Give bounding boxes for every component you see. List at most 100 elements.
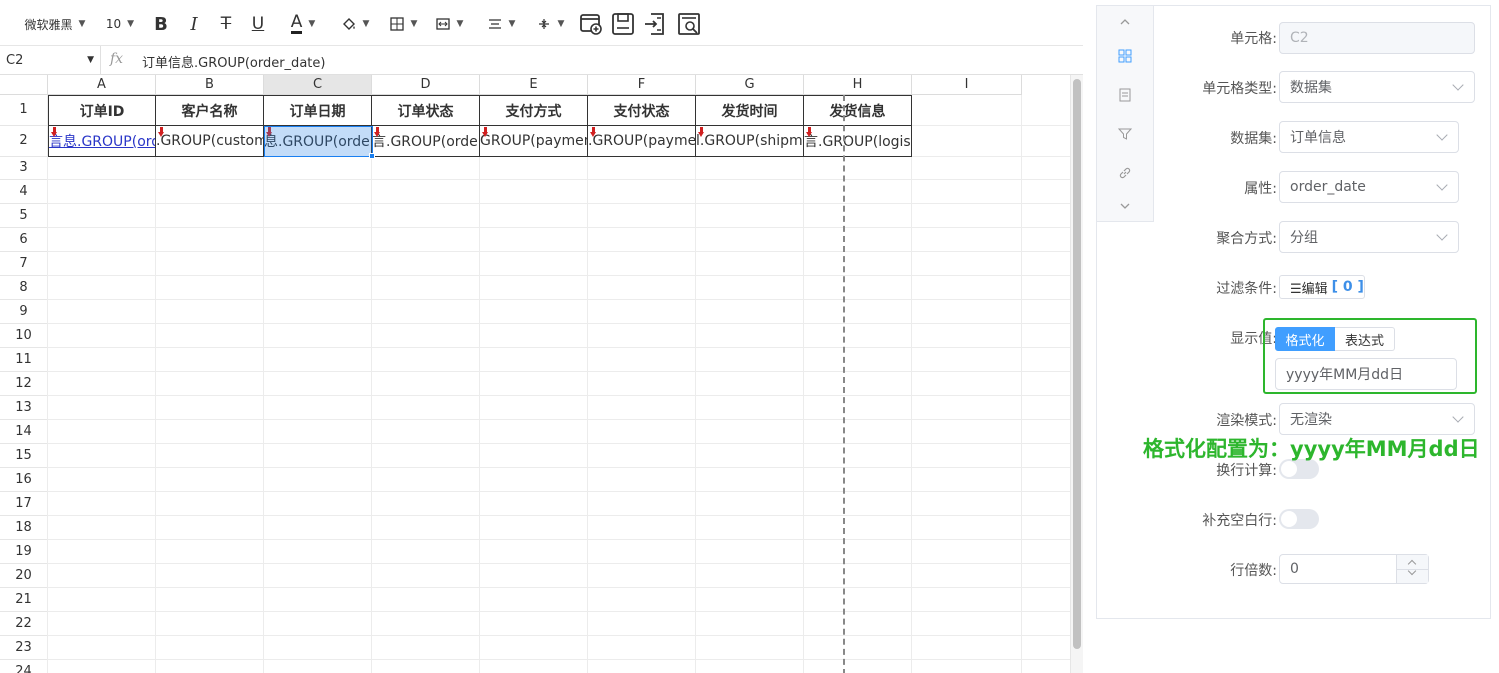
- column-header-a[interactable]: A: [48, 75, 156, 95]
- column-header-c[interactable]: C: [264, 75, 372, 95]
- chevron-down-icon[interactable]: [1115, 196, 1135, 216]
- column-header-g[interactable]: G: [696, 75, 804, 95]
- header-cell[interactable]: 支付方式: [480, 95, 588, 126]
- data-cell[interactable]: .GROUP(custome: [156, 126, 264, 157]
- font-size-select[interactable]: 10 ▼: [100, 12, 140, 36]
- row-header-10[interactable]: 10: [0, 324, 48, 348]
- preview-button[interactable]: [676, 12, 702, 36]
- fill-color-button[interactable]: ▼: [338, 12, 372, 36]
- row-header-22[interactable]: 22: [0, 612, 48, 636]
- render-mode-select[interactable]: 无渲染: [1279, 403, 1475, 435]
- filter-edit-button[interactable]: ☰编辑[ 0 ]: [1279, 275, 1365, 299]
- column-header-i[interactable]: I: [912, 75, 1022, 95]
- italic-button[interactable]: I: [185, 12, 203, 36]
- column-header-h[interactable]: H: [804, 75, 912, 95]
- data-cell[interactable]: 言.GROUP(order_: [372, 126, 480, 157]
- import-button[interactable]: [642, 12, 668, 36]
- header-cell[interactable]: 发货信息: [804, 95, 912, 126]
- preview-search-icon: [678, 13, 700, 35]
- align-center-icon: [488, 19, 501, 29]
- grid-tab-icon[interactable]: [1115, 46, 1135, 66]
- header-cell[interactable]: 客户名称: [156, 95, 264, 126]
- column-header-e[interactable]: E: [480, 75, 588, 95]
- row-header-11[interactable]: 11: [0, 348, 48, 372]
- row-header-5[interactable]: 5: [0, 204, 48, 228]
- row-header-2[interactable]: 2: [0, 126, 48, 157]
- row-header-24[interactable]: 24: [0, 660, 48, 673]
- filter-tab-icon[interactable]: [1115, 124, 1135, 144]
- fill-handle[interactable]: [369, 153, 375, 159]
- font-color-button[interactable]: A ▼: [284, 12, 322, 36]
- dataset-select[interactable]: 订单信息: [1279, 121, 1459, 153]
- data-cell[interactable]: l.GROUP(shipme: [696, 126, 804, 157]
- document-tab-icon[interactable]: [1115, 85, 1135, 105]
- column-header-b[interactable]: B: [156, 75, 264, 95]
- row-header-12[interactable]: 12: [0, 372, 48, 396]
- row-header-13[interactable]: 13: [0, 396, 48, 420]
- tab-format[interactable]: 格式化: [1275, 327, 1335, 351]
- row-multiple-stepper[interactable]: 0: [1279, 554, 1429, 584]
- row-header-21[interactable]: 21: [0, 588, 48, 612]
- row-header-6[interactable]: 6: [0, 228, 48, 252]
- cell-name-box[interactable]: C2 ▼: [0, 46, 101, 74]
- save-button[interactable]: [610, 12, 636, 36]
- valign-button[interactable]: ▼: [532, 12, 568, 36]
- underline-button[interactable]: U: [249, 12, 267, 36]
- aggregation-select[interactable]: 分组: [1279, 221, 1459, 253]
- vertical-align-icon: [538, 19, 549, 29]
- format-annotation: 格式化配置为：yyyy年MM月dd日: [1143, 437, 1480, 461]
- row-header-4[interactable]: 4: [0, 180, 48, 204]
- strikethrough-button[interactable]: T: [217, 12, 235, 36]
- data-cell[interactable]: 言息.GROUP(orde: [48, 126, 156, 157]
- render-mode-label: 渲染模式:: [1216, 413, 1277, 429]
- row-header-7[interactable]: 7: [0, 252, 48, 276]
- stepper-arrows[interactable]: [1396, 555, 1429, 583]
- chevron-up-icon[interactable]: [1115, 12, 1135, 32]
- row-header-8[interactable]: 8: [0, 276, 48, 300]
- row-header-1[interactable]: 1: [0, 95, 48, 126]
- border-icon: [389, 17, 404, 31]
- attribute-select[interactable]: order_date: [1279, 171, 1459, 203]
- font-family-select[interactable]: 微软雅黑 ▼: [22, 12, 88, 36]
- row-header-20[interactable]: 20: [0, 564, 48, 588]
- merge-cells-button[interactable]: ▼: [430, 12, 468, 36]
- row-header-9[interactable]: 9: [0, 300, 48, 324]
- row-header-16[interactable]: 16: [0, 468, 48, 492]
- bold-button[interactable]: B: [152, 12, 170, 36]
- tab-expression[interactable]: 表达式: [1335, 327, 1395, 351]
- header-cell[interactable]: 发货时间: [696, 95, 804, 126]
- row-header-18[interactable]: 18: [0, 516, 48, 540]
- spreadsheet-grid[interactable]: ABCDEFGHI 1 2 3 4 5 6 7 8 9 10 11 12 13 14 15 16 17 18 19 2…: [0, 75, 1070, 673]
- expand-down-arrow-icon: [374, 127, 381, 138]
- header-cell[interactable]: 订单状态: [372, 95, 480, 126]
- select-all-corner[interactable]: [0, 75, 48, 95]
- row-header-14[interactable]: 14: [0, 420, 48, 444]
- data-cell[interactable]: 言.GROUP(logistic: [804, 126, 912, 157]
- row-header-15[interactable]: 15: [0, 444, 48, 468]
- cell-type-select[interactable]: 数据集: [1279, 71, 1475, 103]
- formula-input[interactable]: 订单信息.GROUP(order_date): [142, 52, 325, 71]
- row-header-17[interactable]: 17: [0, 492, 48, 516]
- fill-blank-rows-toggle[interactable]: [1279, 509, 1319, 529]
- row-header-19[interactable]: 19: [0, 540, 48, 564]
- row-header-23[interactable]: 23: [0, 636, 48, 660]
- data-cell[interactable]: GROUP(payment_: [480, 126, 588, 157]
- scrollbar-thumb[interactable]: [1073, 79, 1081, 649]
- save-icon: [612, 13, 634, 35]
- column-header-f[interactable]: F: [588, 75, 696, 95]
- align-button[interactable]: ▼: [482, 12, 520, 36]
- aggregation-value: 分组: [1290, 230, 1318, 246]
- format-input[interactable]: yyyy年MM月dd日: [1275, 358, 1457, 390]
- header-cell[interactable]: 订单日期: [264, 95, 372, 126]
- data-cell[interactable]: .GROUP(paymen: [588, 126, 696, 157]
- header-cell[interactable]: 支付状态: [588, 95, 696, 126]
- add-dataset-button[interactable]: [578, 12, 604, 36]
- chevron-down-icon: [1452, 79, 1464, 91]
- vertical-scrollbar[interactable]: [1070, 75, 1083, 673]
- row-header-3[interactable]: 3: [0, 157, 48, 180]
- tab-format-label: 格式化: [1285, 333, 1325, 349]
- border-button[interactable]: ▼: [385, 12, 421, 36]
- column-header-d[interactable]: D: [372, 75, 480, 95]
- link-tab-icon[interactable]: [1115, 163, 1135, 183]
- header-cell[interactable]: 订单ID: [48, 95, 156, 126]
